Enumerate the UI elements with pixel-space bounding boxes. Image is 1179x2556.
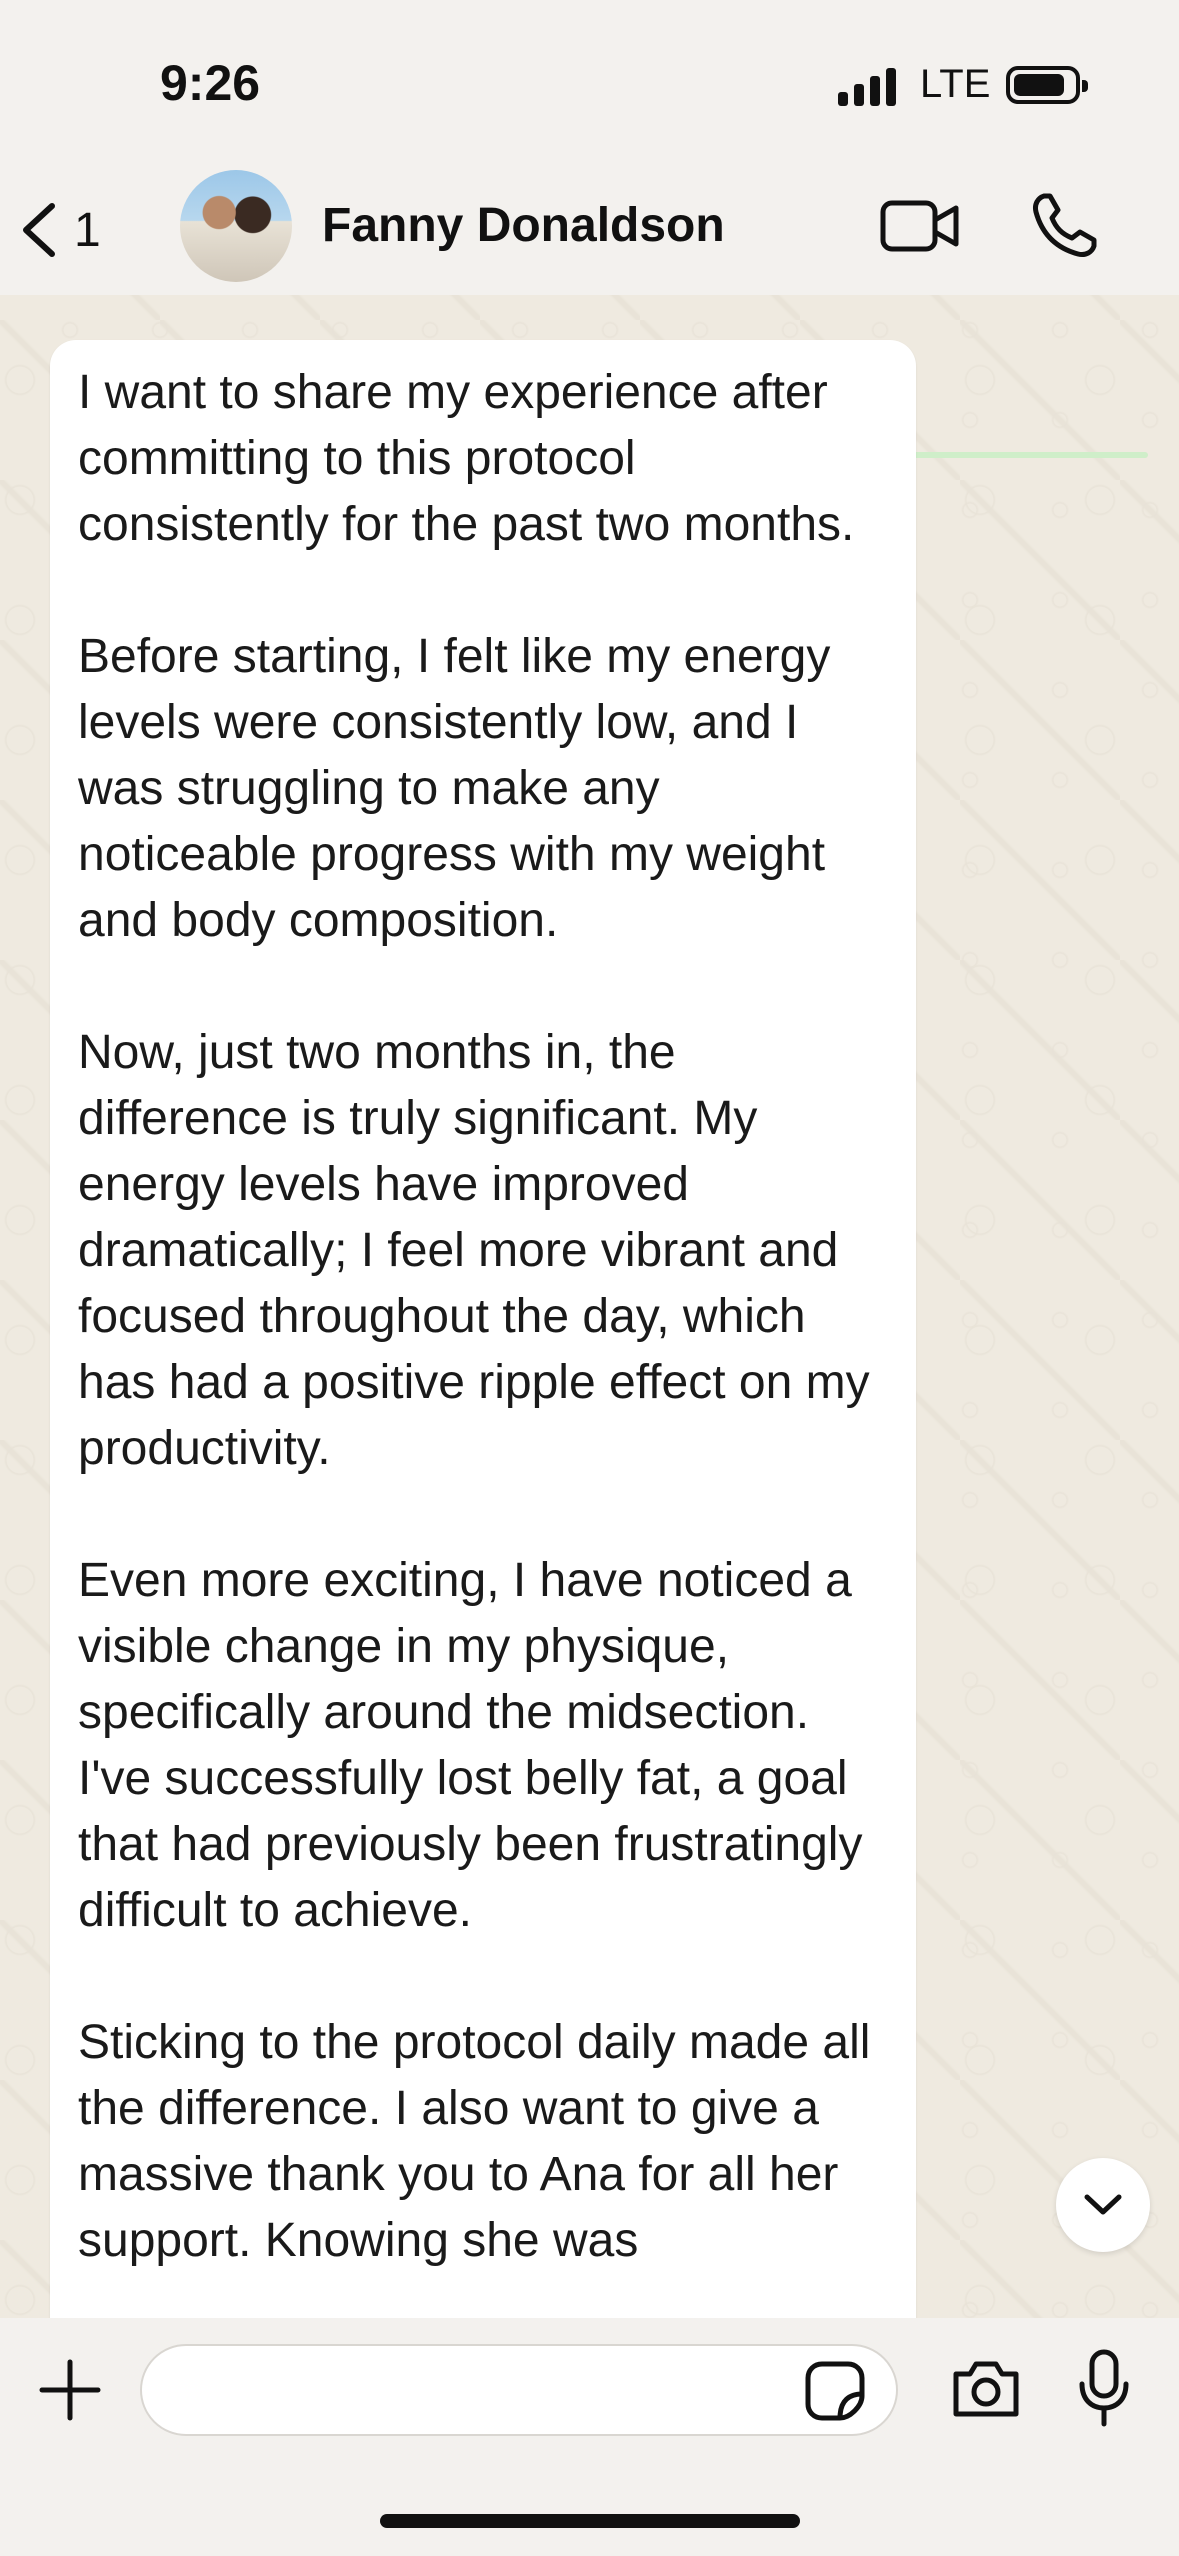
message-paragraph: Even more exciting, I have noticed a vis… — [78, 1554, 863, 1937]
phone-icon[interactable] — [1030, 190, 1100, 260]
chat-screen: 9:26 LTE 1 Fanny Donaldson I want to sha… — [0, 0, 1179, 2556]
chevron-down-icon — [1084, 2194, 1122, 2215]
chat-header: 1 Fanny Donaldson — [0, 160, 1179, 458]
message-paragraph: Before starting, I felt like my energy l… — [78, 630, 831, 947]
cellular-signal-icon — [838, 68, 896, 106]
plus-icon[interactable] — [38, 2358, 102, 2422]
unread-count: 1 — [74, 203, 101, 257]
scroll-to-bottom-button[interactable] — [1056, 2158, 1150, 2252]
battery-icon — [1006, 66, 1088, 104]
sticker-icon[interactable] — [804, 2360, 866, 2422]
video-camera-icon[interactable] — [880, 196, 960, 256]
camera-icon[interactable] — [950, 2356, 1022, 2420]
message-paragraph: I want to share my experience after comm… — [78, 366, 855, 551]
chevron-left-icon — [23, 203, 55, 257]
message-bubble[interactable]: I want to share my experience after comm… — [50, 340, 916, 2318]
status-bar: 9:26 LTE — [0, 0, 1179, 160]
message-paragraph: Now, just two months in, the difference … — [78, 1026, 870, 1475]
chat-messages[interactable]: I want to share my experience after comm… — [0, 298, 1179, 2318]
contact-avatar[interactable] — [180, 170, 292, 282]
network-type: LTE — [920, 62, 991, 106]
status-time: 9:26 — [160, 55, 261, 111]
message-input[interactable] — [140, 2344, 898, 2436]
contact-name[interactable]: Fanny Donaldson — [322, 198, 725, 253]
message-paragraph: Sticking to the protocol daily made all … — [78, 2016, 871, 2267]
back-button[interactable]: 1 — [18, 200, 101, 260]
home-indicator[interactable] — [380, 2514, 800, 2528]
microphone-icon[interactable] — [1076, 2348, 1132, 2428]
